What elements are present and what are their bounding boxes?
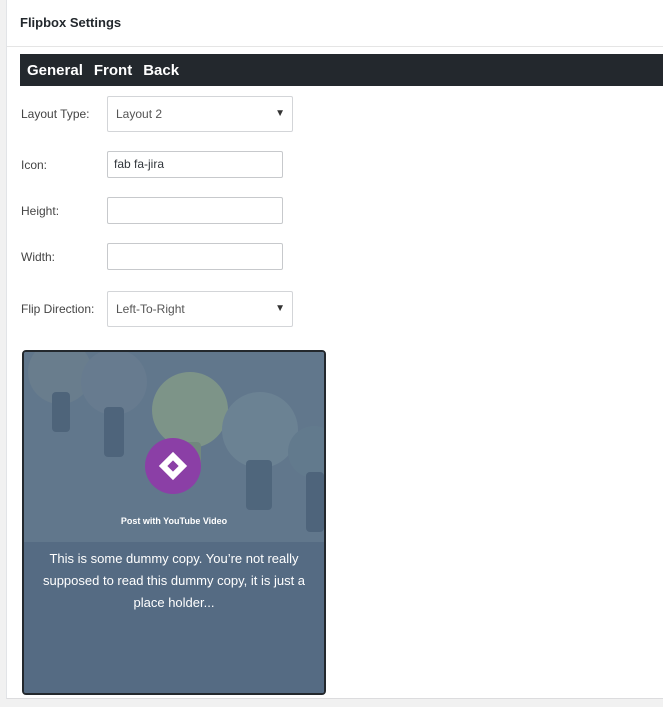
icon-input[interactable]: fab fa-jira — [107, 151, 283, 178]
flipbox-preview: Post with YouTube Video This is some dum… — [22, 350, 326, 695]
width-label: Width: — [21, 249, 56, 264]
icon-label: Icon: — [21, 157, 48, 172]
tab-general[interactable]: General — [27, 62, 83, 79]
flip-direction-label: Flip Direction: — [21, 302, 95, 316]
flipbox-settings-panel: Flipbox Settings General Front Back Layo… — [6, 0, 663, 699]
tab-front[interactable]: Front — [94, 62, 132, 79]
preview-text: This is some dummy copy. You’re not real… — [42, 551, 306, 610]
flip-direction-select[interactable]: Left-To-Right ▼ — [107, 291, 293, 327]
panel-title: Flipbox Settings — [7, 0, 663, 47]
chevron-down-icon: ▼ — [275, 303, 285, 314]
icon-row: Icon: fab fa-jira — [21, 151, 283, 178]
layout-type-value: Layout 2 — [116, 107, 163, 121]
width-input[interactable] — [107, 243, 283, 270]
layout-type-row: Layout Type: Layout 2 ▼ — [21, 96, 293, 132]
flip-direction-row: Flip Direction: Left-To-Right ▼ — [21, 291, 293, 327]
layout-type-select[interactable]: Layout 2 ▼ — [107, 96, 293, 132]
height-label: Height: — [21, 203, 60, 218]
layout-type-label: Layout Type: — [21, 107, 90, 121]
jira-icon — [145, 438, 201, 494]
height-input[interactable] — [107, 197, 283, 224]
preview-title: Post with YouTube Video — [120, 516, 228, 526]
tab-back[interactable]: Back — [143, 62, 179, 79]
chevron-down-icon: ▼ — [275, 108, 285, 119]
width-row: Width: — [21, 243, 283, 270]
height-row: Height: — [21, 197, 283, 224]
tab-bar: General Front Back — [20, 54, 663, 86]
flip-direction-value: Left-To-Right — [116, 302, 185, 316]
